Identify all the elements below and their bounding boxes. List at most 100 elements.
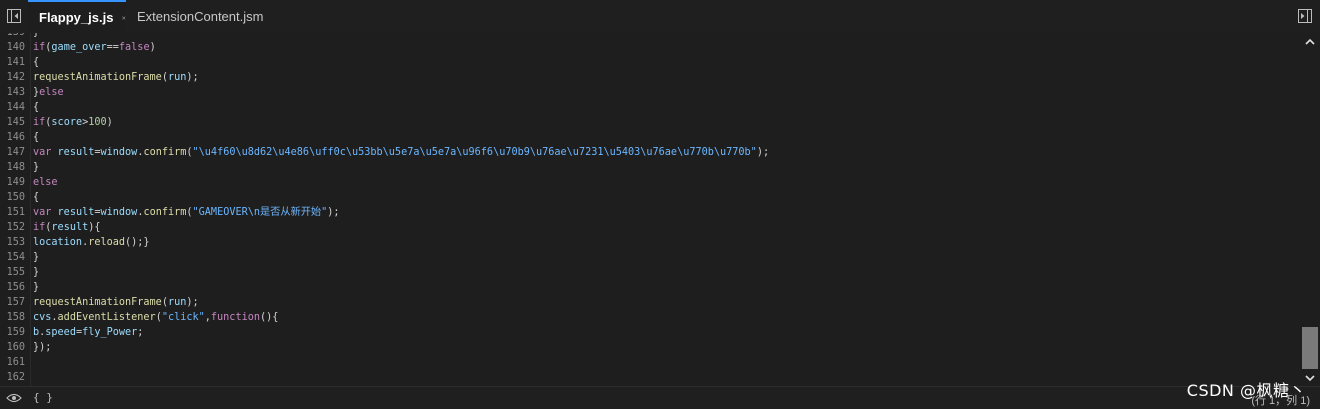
code-token: );: [186, 72, 199, 83]
chevron-up-icon[interactable]: [1304, 36, 1316, 48]
code-text: });: [33, 340, 51, 355]
code-token: 100: [88, 117, 107, 128]
code-token: });: [33, 342, 52, 353]
code-text: {: [33, 130, 39, 145]
code-token: score: [51, 117, 83, 128]
code-token: var: [33, 207, 52, 218]
code-text: requestAnimationFrame(run);: [33, 70, 199, 85]
code-text: {: [33, 190, 39, 205]
code-text: {: [33, 55, 39, 70]
line-number: 155: [6, 267, 25, 278]
line-number: 141: [6, 57, 25, 68]
code-text: }: [33, 280, 39, 295]
line-number: 148: [6, 162, 25, 173]
code-text: if(result){: [33, 220, 101, 235]
line-number: 149: [6, 177, 25, 188]
code-token: run: [167, 297, 187, 308]
code-token: confirm: [143, 147, 187, 158]
line-number: 143: [6, 87, 25, 98]
line-number: 147: [6, 147, 25, 158]
line-number: 146: [6, 132, 25, 143]
line-number: 139: [0, 33, 25, 40]
code-token: }: [33, 33, 39, 38]
line-number: 160: [6, 342, 25, 353]
code-token: run: [167, 72, 187, 83]
code-token: addEventListener: [57, 312, 156, 323]
code-token: "click": [161, 312, 205, 323]
code-token: ): [149, 42, 156, 53]
gutter-separator: [30, 33, 31, 386]
vertical-scrollbar[interactable]: [1300, 33, 1320, 386]
line-number: 156: [6, 282, 25, 293]
code-text: }: [33, 160, 39, 175]
code-token: result: [51, 222, 89, 233]
code-token: (){: [259, 312, 279, 323]
line-number: 144: [6, 102, 25, 113]
code-token: {: [33, 132, 40, 143]
code-token: reload: [88, 237, 126, 248]
code-text: cvs.addEventListener("click",function(){: [33, 310, 278, 325]
code-token: requestAnimationFrame: [33, 72, 162, 83]
line-number: 157: [6, 297, 25, 308]
code-token: );: [186, 297, 199, 308]
code-text: var result=window.confirm("\u4f60\u8d62\…: [33, 145, 769, 160]
code-token: "\u4f60\u8d62\u4e86\uff0c\u53bb\u5e7a\u5…: [192, 147, 757, 158]
code-token: function: [210, 312, 260, 323]
line-number: 145: [6, 117, 25, 128]
code-text: }: [33, 265, 39, 280]
code-editor[interactable]: 139} 140 if(game_over==false) 141 {142 reques…: [0, 33, 1300, 386]
code-token: );: [756, 147, 770, 158]
tab-extension-content[interactable]: ExtensionContent.jsm: [137, 0, 263, 33]
scrollbar-thumb[interactable]: [1302, 327, 1318, 369]
line-number: 158: [6, 312, 25, 323]
sidebar-toggle-left-icon[interactable]: [6, 8, 22, 24]
line-number: 159: [6, 327, 25, 338]
sidebar-toggle-right-icon[interactable]: [1297, 8, 1313, 24]
code-token: confirm: [143, 207, 187, 218]
code-token: if: [33, 117, 46, 128]
code-text: if(game_over==false): [33, 40, 156, 55]
pretty-print-button[interactable]: { }: [33, 391, 53, 404]
code-token: if: [33, 42, 46, 53]
code-token: );: [327, 207, 340, 218]
tab-label: Flappy_js.js: [39, 10, 114, 25]
code-token: false: [118, 42, 150, 53]
line-number: 150: [6, 192, 25, 203]
tab-label: ExtensionContent.jsm: [137, 9, 264, 24]
code-text: location.reload();}: [33, 235, 150, 250]
line-number: 152: [6, 222, 25, 233]
code-text: b.speed=fly_Power;: [33, 325, 143, 340]
code-token: ){: [88, 222, 101, 233]
code-token: var: [33, 147, 52, 158]
code-token: window: [100, 147, 138, 158]
code-token: requestAnimationFrame: [33, 297, 162, 308]
eye-icon[interactable]: [6, 393, 22, 403]
code-token: }: [33, 267, 40, 278]
code-text: var result=window.confirm("GAMEOVER\n是否从…: [33, 205, 340, 220]
code-token: else: [33, 177, 58, 188]
line-number: 162: [6, 372, 25, 383]
line-number: 142: [6, 72, 25, 83]
code-token: {: [33, 192, 40, 203]
code-text: }else: [33, 85, 64, 100]
code-text: else: [33, 175, 58, 190]
line-number: 161: [6, 357, 25, 368]
code-text: }: [33, 250, 39, 265]
code-token: {: [33, 102, 40, 113]
code-text: requestAnimationFrame(run);: [33, 295, 199, 310]
code-token: result: [57, 147, 95, 158]
tab-flappy-js[interactable]: Flappy_js.js: [28, 0, 126, 33]
code-token: {: [33, 57, 40, 68]
code-token: ();}: [125, 237, 150, 248]
code-token: location: [33, 237, 83, 248]
close-icon[interactable]: [122, 13, 126, 23]
code-token: ==: [106, 42, 119, 53]
line-number: 154: [6, 252, 25, 263]
line-number: 153: [6, 237, 25, 248]
code-token: }: [33, 282, 40, 293]
code-token: ;: [137, 327, 144, 338]
code-token: else: [39, 87, 64, 98]
code-token: game_over: [51, 42, 107, 53]
code-token: result: [57, 207, 95, 218]
code-text: {: [33, 100, 39, 115]
